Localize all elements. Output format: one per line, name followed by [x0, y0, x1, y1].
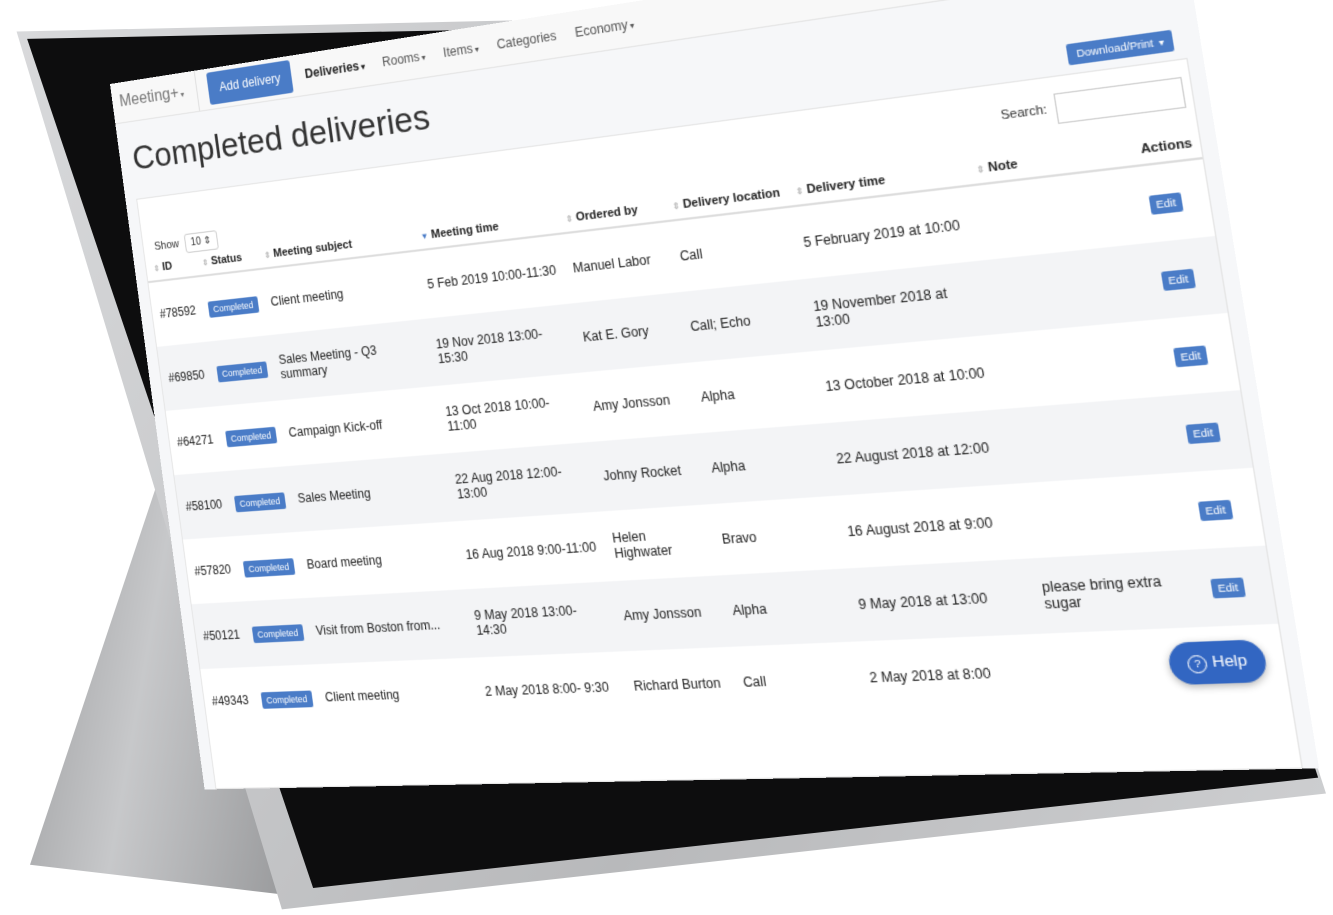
edit-button[interactable]: Edit: [1209, 577, 1247, 599]
app-screen: Meeting+▾ Add delivery Deliveries▾ Rooms…: [110, 0, 1320, 790]
sort-icon: ⇕: [565, 213, 574, 225]
cell-ordered-by: Amy Jonsson: [610, 575, 729, 652]
edit-button[interactable]: Edit: [1148, 192, 1184, 215]
chevron-down-icon: ▾: [421, 52, 427, 63]
chevron-down-icon: ▾: [474, 44, 480, 55]
cell-ordered-by: Kat E. Gory: [569, 292, 687, 373]
cell-note: [1016, 472, 1195, 558]
edit-button[interactable]: Edit: [1172, 345, 1209, 368]
chevron-down-icon: ▾: [1158, 36, 1165, 49]
cell-id: #78592: [158, 303, 197, 322]
status-badge: Completed: [242, 558, 295, 578]
add-delivery-button[interactable]: Add delivery: [206, 59, 295, 105]
cell-location: Call: [741, 673, 768, 691]
status-badge: Completed: [207, 296, 260, 318]
cell-note: please bring extra sugar: [1027, 549, 1208, 634]
cell-subject: Client meeting: [324, 687, 401, 705]
cell-subject: Campaign Kick-off: [287, 417, 384, 440]
cell-delivery-time: 2 May 2018 at 8:00: [868, 665, 993, 686]
cell-subject: Visit from Boston from...: [303, 589, 473, 665]
sort-icon: ⇕: [671, 200, 681, 212]
cell-id: #64271: [176, 432, 215, 450]
cell-id: #57820: [193, 562, 232, 579]
show-label: Show: [153, 237, 180, 253]
cell-delivery-time: 9 May 2018 at 13:00: [843, 558, 1040, 642]
status-badge: Completed: [251, 624, 305, 644]
cell-note: [1004, 395, 1183, 484]
page-length-select[interactable]: 10 ⇕: [183, 230, 219, 254]
edit-button[interactable]: Edit: [1197, 499, 1234, 522]
cell-id: #49343: [210, 692, 250, 709]
cell-location: Alpha: [718, 568, 855, 647]
search-control: Search:: [999, 76, 1187, 131]
sort-icon: ⇕: [975, 163, 986, 176]
cell-location: Alpha: [697, 423, 833, 505]
sort-icon: ⇕: [201, 257, 210, 268]
cell-ordered-by: Richard Burton: [632, 675, 722, 694]
cell-location: Alpha: [699, 386, 736, 406]
chevron-down-icon: ▾: [180, 89, 185, 100]
cell-id: #69850: [156, 341, 215, 411]
cell-location: Call: [678, 246, 704, 265]
nav-deliveries[interactable]: Deliveries▾: [304, 58, 366, 82]
cell-meeting-time: 9 May 2018 13:00-14:30: [462, 581, 621, 658]
cell-meeting-time: 13 Oct 2018 10:00-11:00: [444, 395, 551, 435]
chevron-down-icon: ▾: [629, 20, 636, 31]
cell-delivery-time: 13 October 2018 at 10:00: [824, 364, 986, 395]
cell-delivery-time: 16 August 2018 at 9:00: [846, 514, 994, 540]
deliveries-panel: Download/Print ▾ Show 10 ⇕ Search: ⇕ID ⇕…: [136, 29, 1304, 790]
cell-ordered-by: Amy Jonsson: [592, 392, 671, 415]
nav-economy[interactable]: Economy▾: [574, 16, 635, 40]
sort-icon: ⇕: [263, 250, 272, 261]
sort-desc-icon: ▼: [419, 231, 429, 242]
cell-location: Bravo: [720, 529, 758, 548]
cell-meeting-time: 22 Aug 2018 12:00-13:00: [443, 442, 600, 522]
status-badge: Completed: [234, 492, 286, 513]
cell-id: #50121: [191, 601, 250, 670]
search-input[interactable]: [1053, 76, 1187, 124]
sort-icon: ⇕: [153, 263, 161, 274]
help-button[interactable]: ? Help: [1166, 639, 1269, 686]
cell-ordered-by: Manuel Labor: [571, 252, 652, 276]
cell-note: [993, 319, 1170, 409]
status-badge: Completed: [216, 361, 268, 383]
edit-button[interactable]: Edit: [1160, 268, 1197, 291]
brand-menu[interactable]: Meeting+▾: [110, 70, 201, 124]
cell-meeting-time: 2 May 2018 8:00- 9:30: [483, 679, 610, 700]
search-label: Search:: [999, 102, 1049, 123]
status-badge: Completed: [225, 426, 277, 448]
cell-ordered-by: Helen Highwater: [611, 528, 674, 562]
nav-categories[interactable]: Categories: [496, 28, 558, 52]
cell-ordered-by: Johny Rocket: [589, 433, 708, 512]
chevron-down-icon: ▾: [360, 61, 366, 72]
cell-subject: Board meeting: [305, 552, 383, 572]
cell-meeting-time: 16 Aug 2018 9:00-11:00: [464, 539, 598, 563]
cell-id: #58100: [174, 471, 233, 540]
cell-delivery-time: 22 August 2018 at 12:00: [821, 408, 1016, 496]
cell-location: Call; Echo: [676, 279, 811, 363]
status-badge: Completed: [260, 690, 314, 709]
question-icon: ?: [1186, 654, 1209, 674]
nav-items[interactable]: Items▾: [442, 40, 479, 60]
cell-subject: Sales Meeting: [285, 453, 453, 533]
nav-rooms[interactable]: Rooms▾: [381, 48, 426, 69]
edit-button[interactable]: Edit: [1184, 422, 1222, 445]
sort-icon: ⇕: [795, 185, 805, 197]
